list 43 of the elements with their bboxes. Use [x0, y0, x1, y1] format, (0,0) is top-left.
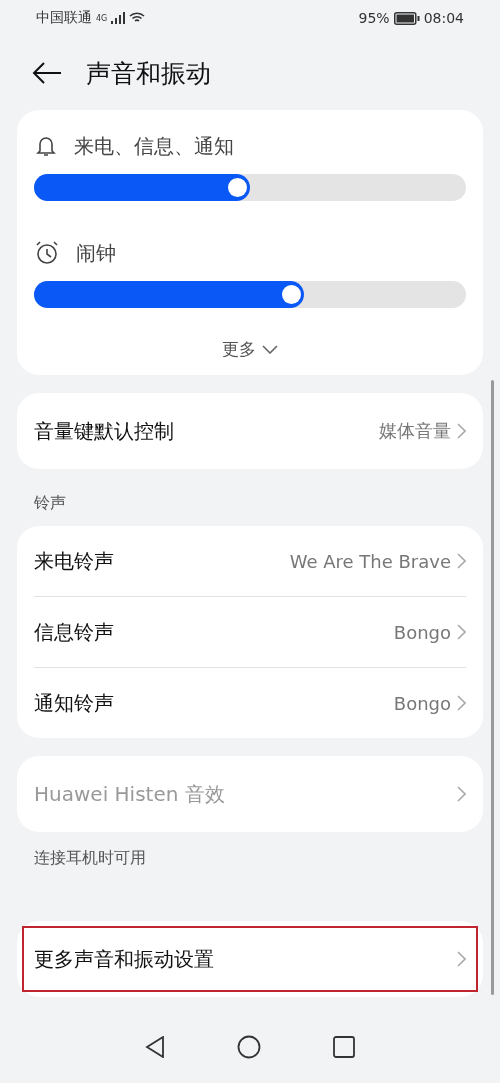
chevron-right-icon — [457, 786, 466, 802]
volume-slider[interactable] — [34, 174, 466, 201]
chevron-right-icon — [457, 553, 466, 569]
chevron-right-icon — [457, 951, 466, 967]
signal-icon — [111, 12, 126, 24]
item-label: Huawei Histen 音效 — [34, 780, 225, 808]
settings-item[interactable]: 通知铃声 Bongo — [17, 668, 483, 738]
home-nav-icon[interactable] — [237, 1035, 261, 1059]
volume-slider[interactable] — [34, 281, 466, 308]
chevron-right-icon — [457, 624, 466, 640]
item-value: Bongo — [393, 621, 451, 643]
item-label: 信息铃声 — [34, 618, 114, 646]
more-button[interactable]: 更多 — [218, 334, 282, 365]
item-label: 更多声音和振动设置 — [34, 945, 214, 973]
settings-item[interactable]: 来电铃声 We Are The Brave — [17, 526, 483, 596]
item-value: 媒体音量 — [379, 419, 451, 443]
alarm-clock-icon — [34, 240, 60, 266]
settings-item[interactable]: 音量键默认控制 媒体音量 — [17, 393, 483, 469]
battery-percent: 95% — [358, 10, 390, 26]
clock-time: 08:04 — [423, 10, 464, 26]
carrier-name: 中国联通 — [36, 9, 92, 27]
back-nav-icon[interactable] — [145, 1036, 165, 1058]
slider-label: 来电、信息、通知 — [74, 132, 234, 160]
chevron-right-icon — [457, 423, 466, 439]
settings-item[interactable]: 更多声音和振动设置 — [17, 921, 483, 997]
chevron-right-icon — [457, 695, 466, 711]
item-label: 音量键默认控制 — [34, 417, 174, 445]
page-title: 声音和振动 — [86, 57, 211, 90]
bell-icon — [34, 134, 58, 158]
recents-nav-icon[interactable] — [333, 1036, 355, 1058]
slider-label: 闹钟 — [76, 239, 116, 267]
item-label: 来电铃声 — [34, 547, 114, 575]
item-value: We Are The Brave — [289, 550, 451, 572]
item-value: Bongo — [393, 692, 451, 714]
settings-item[interactable]: 信息铃声 Bongo — [17, 597, 483, 667]
section-heading: 铃声 — [33, 492, 67, 514]
back-arrow-icon[interactable] — [32, 62, 62, 84]
battery-icon — [393, 11, 420, 25]
section-footer: 连接耳机时可用 — [0, 832, 500, 903]
network-type: 4G — [96, 13, 108, 23]
chevron-down-icon — [262, 345, 278, 354]
item-label: 通知铃声 — [34, 689, 114, 717]
wifi-icon — [129, 12, 146, 24]
